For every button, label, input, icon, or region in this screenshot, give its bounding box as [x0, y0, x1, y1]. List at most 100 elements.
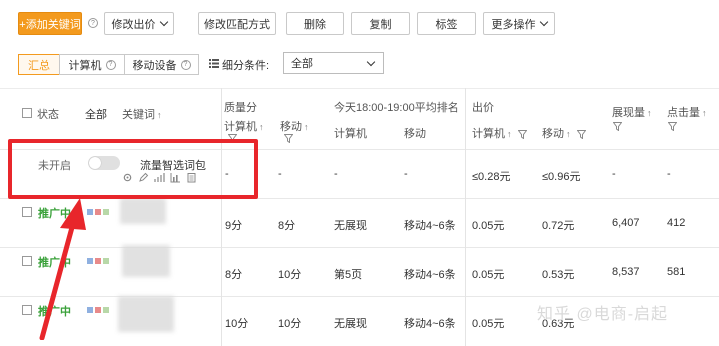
tab-summary-label: 汇总	[28, 59, 50, 72]
tab-mobile-label: 移动设备	[132, 59, 177, 72]
header-clicks-label: 点击量	[667, 107, 700, 119]
sort-arrow-icon: ↑	[566, 129, 571, 139]
status-dot	[103, 307, 109, 313]
row-quality-mobile: 10分	[278, 318, 302, 330]
header-bid-pc-label: 计算机	[472, 128, 505, 140]
header-impressions[interactable]: 展现量 ↑	[612, 104, 652, 120]
row-rank-mobile: 移动4~6条	[404, 269, 456, 281]
sort-arrow-icon: ↑	[259, 122, 264, 132]
filter-funnel-icon[interactable]	[517, 129, 527, 139]
status-dot	[95, 209, 101, 215]
row-quality-mobile: 8分	[278, 220, 296, 232]
special-row-rank-mobile: -	[404, 168, 408, 180]
filter-funnel-icon[interactable]	[576, 129, 586, 139]
header-clicks[interactable]: 点击量 ↑	[667, 104, 707, 120]
chevron-down-icon	[539, 17, 548, 26]
header-status: 状态	[37, 109, 59, 121]
row-bid-pc[interactable]: 0.05元	[472, 217, 504, 233]
modify-bid-button[interactable]: 修改出价	[104, 12, 174, 35]
filter-label: 细分条件:	[222, 60, 270, 72]
tab-computer-label: 计算机	[68, 59, 102, 72]
special-row-bid-mobile: ≤0.96元	[542, 171, 581, 183]
copy-button[interactable]: 复制	[351, 12, 410, 35]
header-impressions-label: 展现量	[612, 107, 645, 119]
row-divider	[0, 247, 719, 248]
row-rank-pc: 第5页	[334, 269, 363, 281]
tag-button[interactable]: 标签	[417, 12, 476, 35]
column-divider	[221, 88, 222, 346]
list-icon	[209, 59, 219, 68]
help-icon[interactable]: ?	[88, 18, 98, 28]
header-quality: 质量分	[224, 102, 257, 114]
row-divider	[0, 296, 719, 297]
status-dot	[95, 258, 101, 264]
row-rank-pc: 无展现	[334, 220, 367, 232]
help-icon: ?	[180, 59, 191, 70]
row-bid-mobile[interactable]: 0.53元	[542, 266, 574, 282]
header-keyword-label: 关键词	[122, 109, 155, 121]
header-bid-pc[interactable]: 计算机 ↑	[472, 125, 527, 141]
filter-select[interactable]: 全部	[283, 52, 384, 74]
header-quality-mobile-label: 移动	[280, 121, 302, 133]
special-row-clicks: -	[667, 168, 671, 180]
sort-arrow-icon: ↑	[304, 122, 309, 132]
select-all-checkbox[interactable]	[22, 108, 32, 118]
row-bid-pc[interactable]: 0.05元	[472, 266, 504, 282]
watermark-text: 知乎 @电商-启起	[537, 306, 669, 323]
special-row-rank-pc: -	[334, 168, 338, 180]
row-quality-pc: 9分	[225, 220, 243, 232]
tab-computer[interactable]: 计算机?	[59, 54, 125, 75]
keyword-blurred	[122, 245, 170, 277]
tab-mobile[interactable]: 移动设备?	[124, 54, 199, 75]
status-dot	[103, 258, 109, 264]
row-quality-mobile: 10分	[278, 269, 302, 281]
keyword-blurred	[120, 198, 166, 224]
header-quality-mobile[interactable]: 移动 ↑	[280, 118, 309, 134]
row-impressions: 8,537	[612, 266, 640, 278]
status-dot	[103, 209, 109, 215]
modify-match-button[interactable]: 修改匹配方式	[198, 12, 276, 35]
table-top-border	[0, 88, 719, 89]
header-rank-group: 今天18:00-19:00平均排名	[334, 102, 459, 114]
row-impressions: 6,407	[612, 217, 640, 229]
special-row-impressions: -	[612, 168, 616, 180]
tab-summary[interactable]: 汇总	[18, 54, 60, 75]
modify-bid-label: 修改出价	[111, 18, 156, 31]
arrow-annotation	[39, 198, 86, 340]
header-keyword[interactable]: 关键词 ↑	[122, 106, 162, 122]
header-bid-mobile[interactable]: 移动 ↑	[542, 125, 586, 141]
chevron-down-icon	[159, 17, 168, 26]
header-all[interactable]: 全部	[85, 106, 107, 122]
column-divider	[465, 88, 466, 346]
row-rank-mobile: 移动4~6条	[404, 220, 456, 232]
add-keyword-button[interactable]: +添加关键词	[18, 12, 82, 35]
header-rank-mobile: 移动	[404, 128, 426, 140]
filter-funnel-icon[interactable]	[668, 122, 677, 131]
special-row-bid-pc: ≤0.28元	[472, 171, 511, 183]
row-clicks: 412	[667, 217, 686, 229]
row-quality-pc: 10分	[225, 318, 249, 330]
header-bid-group: 出价	[472, 102, 494, 114]
chevron-down-icon	[366, 57, 376, 67]
header-bid-mobile-label: 移动	[542, 128, 564, 140]
row-bid-pc[interactable]: 0.05元	[472, 315, 504, 331]
delete-button[interactable]: 删除	[286, 12, 344, 35]
sort-arrow-icon: ↑	[507, 129, 512, 139]
help-icon: ?	[105, 59, 116, 70]
sort-arrow-icon: ↑	[647, 108, 652, 118]
filter-funnel-icon[interactable]	[613, 122, 622, 131]
row-bid-mobile[interactable]: 0.72元	[542, 217, 574, 233]
row-clicks: 581	[667, 266, 686, 278]
row-quality-pc: 8分	[225, 269, 243, 281]
sort-arrow-icon: ↑	[157, 110, 162, 120]
keyword-blurred	[118, 296, 174, 332]
sort-arrow-icon: ↑	[702, 108, 707, 118]
row-rank-pc: 无展现	[334, 318, 367, 330]
more-actions-label: 更多操作	[491, 18, 536, 31]
more-actions-button[interactable]: 更多操作	[483, 12, 555, 35]
header-quality-pc-label: 计算机	[224, 121, 257, 133]
status-dot	[95, 307, 101, 313]
row-rank-mobile: 移动4~6条	[404, 318, 456, 330]
filter-funnel-icon[interactable]	[284, 134, 293, 143]
header-quality-pc[interactable]: 计算机 ↑	[224, 118, 264, 134]
